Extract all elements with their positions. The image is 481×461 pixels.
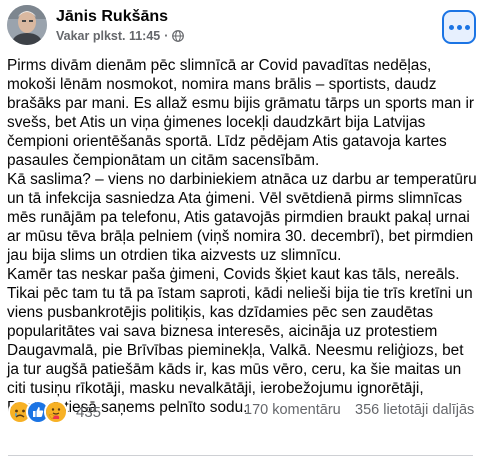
post-paragraph: Kamēr tas neskar paša ģimeni, Covids šķi…: [7, 266, 473, 416]
shares-count-link[interactable]: 356 lietotāji dalījās: [355, 402, 474, 418]
post-meta: Vakar plkst. 11:45 ·: [56, 29, 185, 43]
reactions-count: 435: [76, 403, 102, 421]
more-dot: [456, 24, 462, 30]
meta-separator: ·: [164, 29, 169, 43]
footer-divider: [8, 455, 473, 456]
globe-icon[interactable]: [172, 30, 185, 42]
post-paragraph: Kā saslima? – viens no darbiniekiem atnā…: [7, 171, 477, 264]
post-header: Jānis Rukšāns Vakar plkst. 11:45 ·: [0, 0, 481, 58]
more-horizontal-icon: [448, 24, 454, 30]
post-timestamp[interactable]: Vakar plkst. 11:45: [56, 29, 160, 43]
post-body: Pirms divām dienām pēc slimnīcā ar Covid…: [7, 56, 477, 417]
author-avatar[interactable]: [7, 5, 47, 45]
reactions-summary[interactable]: 435: [8, 400, 101, 424]
more-dot: [464, 24, 470, 30]
comments-count-link[interactable]: 170 komentāru: [244, 402, 341, 418]
post-options-button[interactable]: [442, 10, 476, 44]
care-reaction-icon: [44, 400, 68, 424]
post-footer: 435 170 komentāru 356 lietotāji dalījās: [0, 398, 481, 426]
author-name[interactable]: Jānis Rukšāns: [56, 8, 168, 26]
post-paragraph: Pirms divām dienām pēc slimnīcā ar Covid…: [7, 57, 475, 169]
